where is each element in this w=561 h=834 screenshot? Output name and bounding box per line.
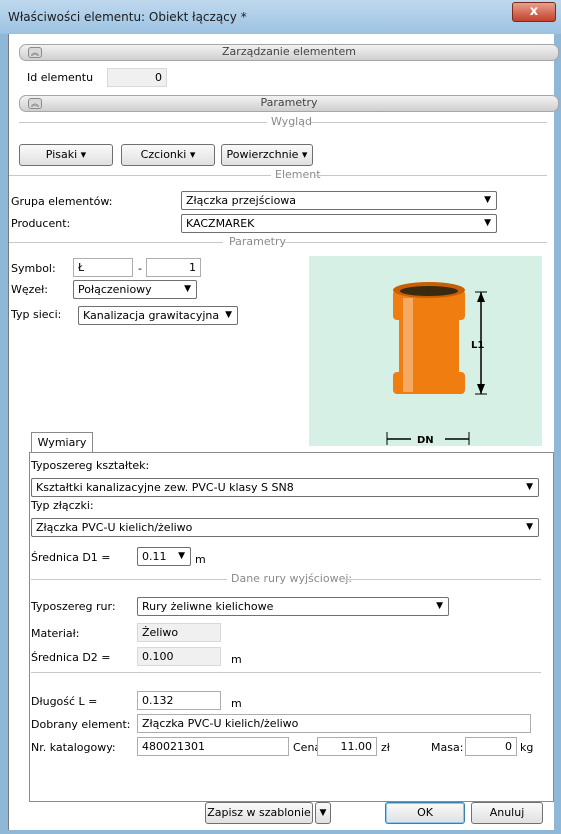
dropdown-arrow-icon: ▼ xyxy=(526,522,533,532)
d2-field: 0.100 xyxy=(137,647,221,666)
d2-unit: m xyxy=(231,653,242,666)
coupling-highlight xyxy=(403,298,413,392)
coupling-opening xyxy=(400,286,458,296)
network-select[interactable]: Kanalizacja grawitacyjna ▼ xyxy=(78,306,238,325)
divider xyxy=(19,122,267,123)
group-label: Grupa elementów: xyxy=(11,195,113,208)
window-title: Właściwości elementu: Obiekt łączący * xyxy=(8,10,247,24)
surfaces-button[interactable]: Powierzchnie ▾ xyxy=(221,144,313,166)
title-bar[interactable]: Właściwości elementu: Obiekt łączący * x xyxy=(0,0,561,34)
dropdown-arrow-icon: ▼ xyxy=(178,551,185,561)
dialog-client: ︽ Zarządzanie elementem Id elementu 0 ︽ … xyxy=(8,34,559,830)
id-element-label: Id elementu xyxy=(27,71,94,84)
fitting-series-value: Kształtki kanalizacyjne zew. PVC-U klasy… xyxy=(36,481,294,494)
pipe-coupling-image: L1 DN xyxy=(309,256,542,446)
symbol-prefix-field[interactable]: Ł xyxy=(73,258,133,277)
dn-label: DN xyxy=(417,435,434,446)
producer-label: Producent: xyxy=(11,217,71,230)
group-select-value: Złączka przejściowa xyxy=(186,194,297,207)
element-group-title: Element xyxy=(275,168,321,181)
section-parameters-title: Parametry xyxy=(260,96,318,109)
collapse-icon[interactable]: ︽ xyxy=(28,98,42,109)
close-button[interactable]: x xyxy=(512,2,556,22)
section-management-title: Zarządzanie elementem xyxy=(222,45,356,58)
length-field[interactable]: 0.132 xyxy=(137,691,221,710)
divider xyxy=(311,122,547,123)
price-unit: zł xyxy=(381,741,390,754)
dropdown-arrow-icon: ▼ xyxy=(319,808,327,818)
mass-field[interactable]: 0 xyxy=(465,737,517,756)
producer-select[interactable]: KACZMAREK ▼ xyxy=(181,214,497,233)
pipe-series-select[interactable]: Rury żeliwne kielichowe ▼ xyxy=(137,597,449,616)
chosen-element-label: Dobrany element: xyxy=(31,718,131,731)
dropdown-arrow-icon: ▼ xyxy=(484,218,491,228)
node-select[interactable]: Połączeniowy ▼ xyxy=(73,280,197,299)
appearance-group-title: Wygląd xyxy=(271,115,312,128)
pipe-data-group-title: Dane rury wyjściowej: xyxy=(231,572,353,585)
save-template-dropdown-button[interactable]: ▼ xyxy=(315,802,331,824)
d1-label: Średnica D1 = xyxy=(31,551,111,564)
fitting-series-label: Typoszereg kształtek: xyxy=(31,459,150,472)
divider xyxy=(9,242,223,243)
collapse-icon[interactable]: ︽ xyxy=(28,47,42,58)
dropdown-arrow-icon: ▼ xyxy=(484,195,491,205)
dropdown-arrow-icon: ▼ xyxy=(526,482,533,492)
d1-unit: m xyxy=(195,553,206,566)
surfaces-button-label: Powierzchnie xyxy=(226,148,299,161)
joint-type-select[interactable]: Złączka PVC-U kielich/żeliwo ▼ xyxy=(31,518,539,537)
length-unit: m xyxy=(231,697,242,710)
d2-label: Średnica D2 = xyxy=(31,651,111,664)
catalog-number-label: Nr. katalogowy: xyxy=(31,741,116,754)
catalog-number-field[interactable]: 480021301 xyxy=(137,737,289,756)
mass-label: Masa: xyxy=(431,741,464,754)
network-select-value: Kanalizacja grawitacyjna xyxy=(83,309,220,322)
symbol-separator: - xyxy=(138,262,142,275)
d1-select-value: 0.11 xyxy=(142,550,167,563)
section-management-header[interactable]: ︽ Zarządzanie elementem xyxy=(19,44,559,61)
pipe-series-label: Typoszereg rur: xyxy=(31,600,116,613)
chosen-element-field[interactable]: Złączka PVC-U kielich/żeliwo xyxy=(137,714,531,733)
pens-button[interactable]: Pisaki ▾ xyxy=(19,144,113,166)
ok-button[interactable]: OK xyxy=(385,802,465,824)
fitting-series-select[interactable]: Kształtki kanalizacyjne zew. PVC-U klasy… xyxy=(31,478,539,497)
dropdown-arrow-icon: ▼ xyxy=(225,310,232,320)
node-select-value: Połączeniowy xyxy=(78,283,152,296)
cancel-button[interactable]: Anuluj xyxy=(471,802,543,824)
tab-dimensions[interactable]: Wymiary xyxy=(31,432,93,453)
dialog-window: Właściwości elementu: Obiekt łączący * x… xyxy=(0,0,561,834)
divider xyxy=(285,242,547,243)
divider xyxy=(345,579,541,580)
network-label: Typ sieci: xyxy=(11,308,62,321)
material-field: Żeliwo xyxy=(137,623,221,642)
dropdown-arrow-icon: ▼ xyxy=(184,284,191,294)
group-select[interactable]: Złączka przejściowa ▼ xyxy=(181,191,497,210)
params-group-title: Parametry xyxy=(229,235,286,248)
divider xyxy=(9,175,271,176)
fonts-button[interactable]: Czcionki ▾ xyxy=(121,144,215,166)
node-label: Węzeł: xyxy=(11,283,49,296)
joint-type-value: Złączka PVC-U kielich/żeliwo xyxy=(36,521,193,534)
mass-unit: kg xyxy=(520,741,534,754)
material-label: Materiał: xyxy=(31,627,80,640)
symbol-label: Symbol: xyxy=(11,262,56,275)
symbol-number-field[interactable]: 1 xyxy=(146,258,201,277)
l1-label: L1 xyxy=(471,340,484,351)
length-label: Długość L = xyxy=(31,695,98,708)
dropdown-arrow-icon: ▼ xyxy=(436,601,443,611)
divider xyxy=(31,579,227,580)
divider xyxy=(315,175,547,176)
save-template-button[interactable]: Zapisz w szablonie xyxy=(205,802,313,824)
pipe-series-value: Rury żeliwne kielichowe xyxy=(142,600,274,613)
producer-select-value: KACZMAREK xyxy=(186,217,255,230)
fonts-button-label: Czcionki xyxy=(140,148,187,161)
joint-type-label: Typ złączki: xyxy=(31,499,94,512)
coupling-drawing-icon: L1 DN xyxy=(309,256,542,446)
pens-button-label: Pisaki xyxy=(45,148,78,161)
id-element-field: 0 xyxy=(107,68,167,87)
d1-select[interactable]: 0.11 ▼ xyxy=(137,547,191,566)
divider xyxy=(31,672,541,673)
section-parameters-header[interactable]: ︽ Parametry xyxy=(19,95,559,112)
price-field[interactable]: 11.00 xyxy=(317,737,377,756)
